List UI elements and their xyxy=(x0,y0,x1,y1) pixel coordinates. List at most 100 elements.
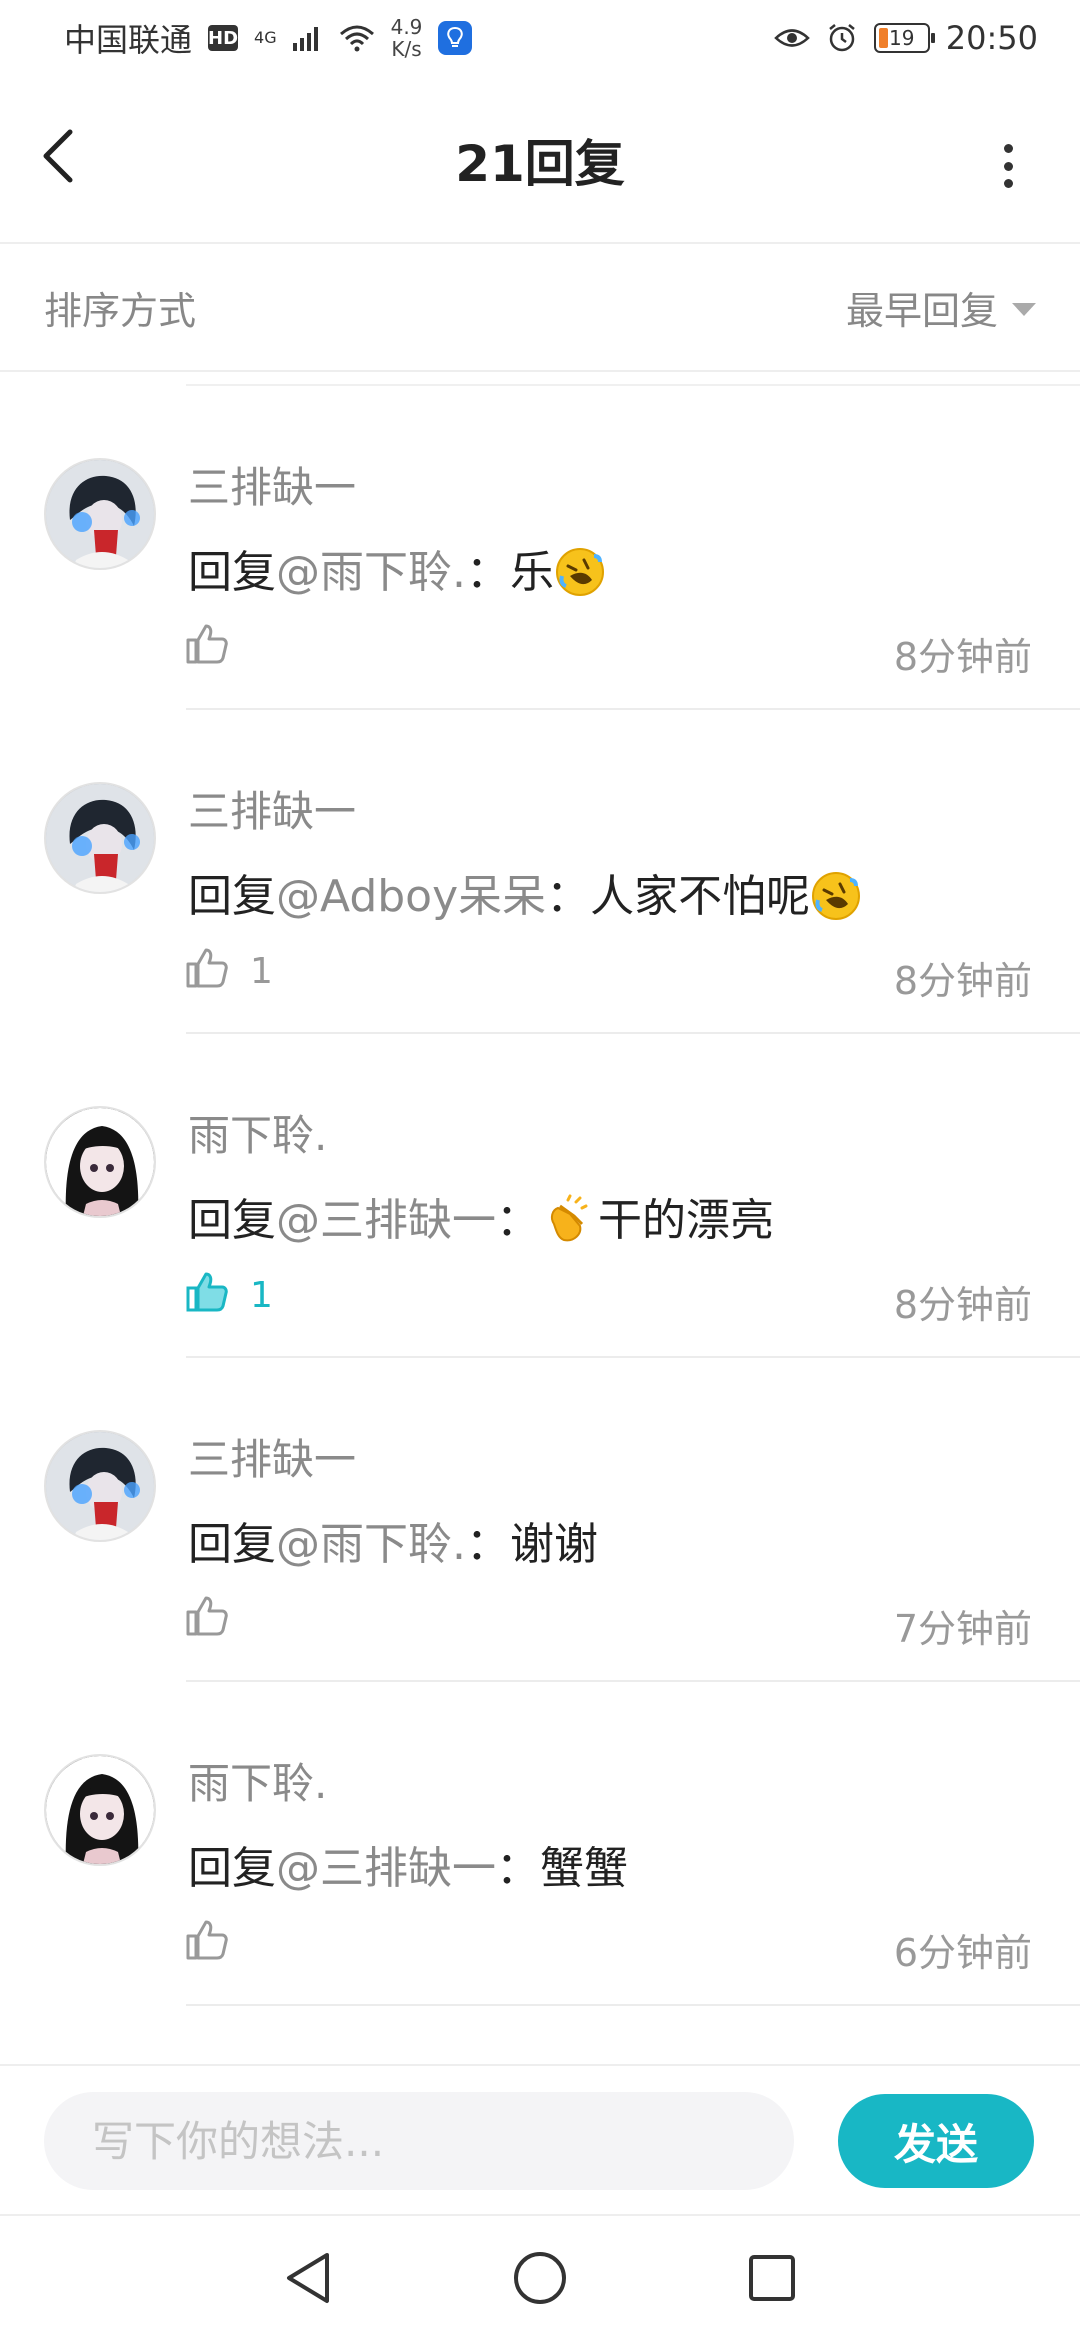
comment-item[interactable]: 雨下聆. 回复@三排缺一：蟹蟹 6分钟前 xyxy=(0,1682,1080,2006)
signal-icon xyxy=(292,27,318,51)
reply-prefix: 回复 xyxy=(188,547,276,598)
reply-body: 人家不怕呢 xyxy=(590,871,811,922)
avatar[interactable] xyxy=(44,1106,156,1218)
home-circle-icon xyxy=(514,2252,566,2304)
comment-text: 回复@Adboy呆呆：人家不怕呢 xyxy=(188,860,862,924)
lightbulb-icon xyxy=(438,21,473,55)
thumbs-up-icon xyxy=(184,1918,228,1969)
comment-divider xyxy=(186,2004,1080,2006)
reply-separator: ： xyxy=(466,547,510,598)
hd-badge: HD xyxy=(208,25,238,51)
comment-username[interactable]: 三排缺一 xyxy=(188,1426,356,1487)
page-title: 21回复 xyxy=(455,135,625,193)
more-vertical-icon-dot xyxy=(1003,144,1013,153)
reply-body: 蟹蟹 xyxy=(540,1843,628,1894)
mention-link[interactable]: @Adboy呆呆 xyxy=(276,871,546,922)
more-vertical-icon-dot xyxy=(1003,161,1013,171)
reply-separator: ： xyxy=(546,871,591,922)
thumbs-up-icon xyxy=(184,622,228,673)
status-bar: 中国联通 HD 4G 4.9 K/s 19 20:50 xyxy=(0,0,1080,76)
battery-level: 19 xyxy=(889,26,915,50)
avatar[interactable] xyxy=(44,1430,156,1542)
send-button[interactable]: 发送 xyxy=(838,2094,1034,2188)
like-count: 1 xyxy=(250,951,273,992)
reply-separator: ： xyxy=(496,1843,540,1894)
sort-label: 排序方式 xyxy=(44,288,197,333)
speed-unit: K/s xyxy=(391,37,422,61)
mention-link[interactable]: @雨下聆. xyxy=(276,1519,466,1570)
battery-icon: 19 xyxy=(873,23,935,53)
eye-icon xyxy=(773,29,810,47)
comment-timestamp: 8分钟前 xyxy=(893,1283,1032,1327)
comment-text: 回复@三排缺一： 干的漂亮 xyxy=(188,1184,774,1248)
comment-username[interactable]: 三排缺一 xyxy=(188,454,356,515)
avatar[interactable] xyxy=(44,1754,156,1866)
comment-timestamp: 8分钟前 xyxy=(893,635,1032,679)
reply-prefix: 回复 xyxy=(188,1519,276,1570)
comment-item[interactable]: 三排缺一回复@Adboy呆呆：人家不怕呢 1 8分钟前 xyxy=(0,710,1080,1034)
sort-selected-value: 最早回复 xyxy=(845,288,998,333)
sort-bar: 排序方式 最早回复 xyxy=(0,244,1080,372)
comment-text: 回复@雨下聆.：谢谢 xyxy=(188,1508,598,1572)
comment-timestamp: 8分钟前 xyxy=(893,959,1032,1003)
like-button[interactable] xyxy=(184,622,250,673)
rolling-on-floor-laughing-icon xyxy=(554,547,606,598)
alarm-icon xyxy=(829,24,855,52)
reply-prefix: 回复 xyxy=(188,1195,276,1246)
more-options-button[interactable] xyxy=(996,136,1020,196)
reply-prefix: 回复 xyxy=(188,871,276,922)
comment-input-bar: 发送 xyxy=(0,2064,1080,2214)
comment-timestamp: 7分钟前 xyxy=(893,1607,1032,1651)
status-right: 19 20:50 xyxy=(773,19,1038,57)
network-type: 4G xyxy=(254,28,277,47)
clapping-hands-icon xyxy=(540,1194,592,1246)
comment-item[interactable]: 雨下聆. 回复@三排缺一： 干的漂亮 1 8分钟前 xyxy=(0,1034,1080,1358)
mention-link[interactable]: @三排缺一 xyxy=(276,1843,496,1894)
like-button[interactable]: 1 xyxy=(184,1270,273,1321)
more-vertical-icon-dot xyxy=(1003,179,1013,188)
comment-timestamp: 6分钟前 xyxy=(893,1931,1032,1975)
mention-link[interactable]: @雨下聆. xyxy=(276,547,466,598)
mention-link[interactable]: @三排缺一 xyxy=(276,1195,496,1246)
comment-list: 三排缺一 回复@雨下聆.：乐 8分钟前 三排缺一 回复@Adboy呆呆：人家不怕呢 1 8分… xyxy=(0,386,1080,2006)
comment-item[interactable]: 三排缺一回复@雨下聆.：乐 8分钟前 xyxy=(0,386,1080,710)
clock-time: 20:50 xyxy=(945,19,1038,57)
like-count: 1 xyxy=(250,1275,273,1316)
thumbs-up-icon xyxy=(184,1594,228,1645)
speed-value: 4.9 xyxy=(390,15,423,39)
header: 21回复 xyxy=(0,76,1080,244)
system-nav-bar xyxy=(0,2214,1080,2340)
status-left: 中国联通 HD 4G 4.9 K/s xyxy=(64,15,473,61)
comment-username[interactable]: 雨下聆. xyxy=(188,1102,327,1163)
recents-square-icon xyxy=(749,2255,795,2301)
avatar[interactable] xyxy=(44,782,156,894)
sort-dropdown[interactable]: 最早回复 xyxy=(846,280,1036,335)
reply-prefix: 回复 xyxy=(188,1843,276,1894)
avatar[interactable] xyxy=(44,458,156,570)
like-button[interactable] xyxy=(184,1594,250,1645)
like-button[interactable] xyxy=(184,1918,250,1969)
comment-username[interactable]: 雨下聆. xyxy=(188,1750,327,1811)
wifi-icon xyxy=(339,25,374,52)
reply-separator: ： xyxy=(466,1519,510,1570)
nav-back-button[interactable] xyxy=(272,2242,344,2314)
comment-username[interactable]: 三排缺一 xyxy=(188,778,356,839)
reply-screen: 中国联通 HD 4G 4.9 K/s 19 20:50 21回复 排序方式 最早… xyxy=(0,0,1080,2340)
comment-input[interactable] xyxy=(44,2092,794,2190)
reply-separator: ： xyxy=(496,1195,540,1246)
comment-text: 回复@三排缺一：蟹蟹 xyxy=(188,1832,628,1896)
back-triangle-icon xyxy=(287,2253,329,2303)
reply-body: 谢谢 xyxy=(510,1519,598,1570)
like-button[interactable]: 1 xyxy=(184,946,273,997)
caret-down-icon xyxy=(1012,302,1036,316)
carrier-label: 中国联通 xyxy=(64,21,193,59)
rolling-on-floor-laughing-icon xyxy=(810,871,862,922)
reply-body: 乐 xyxy=(510,547,554,598)
nav-home-button[interactable] xyxy=(504,2242,576,2314)
network-speed: 4.9 K/s xyxy=(391,16,423,60)
thumbs-up-icon xyxy=(184,946,228,997)
comment-text: 回复@雨下聆.：乐 xyxy=(188,536,606,600)
reply-body: 干的漂亮 xyxy=(598,1195,774,1246)
nav-recents-button[interactable] xyxy=(736,2242,808,2314)
comment-item[interactable]: 三排缺一回复@雨下聆.：谢谢 7分钟前 xyxy=(0,1358,1080,1682)
